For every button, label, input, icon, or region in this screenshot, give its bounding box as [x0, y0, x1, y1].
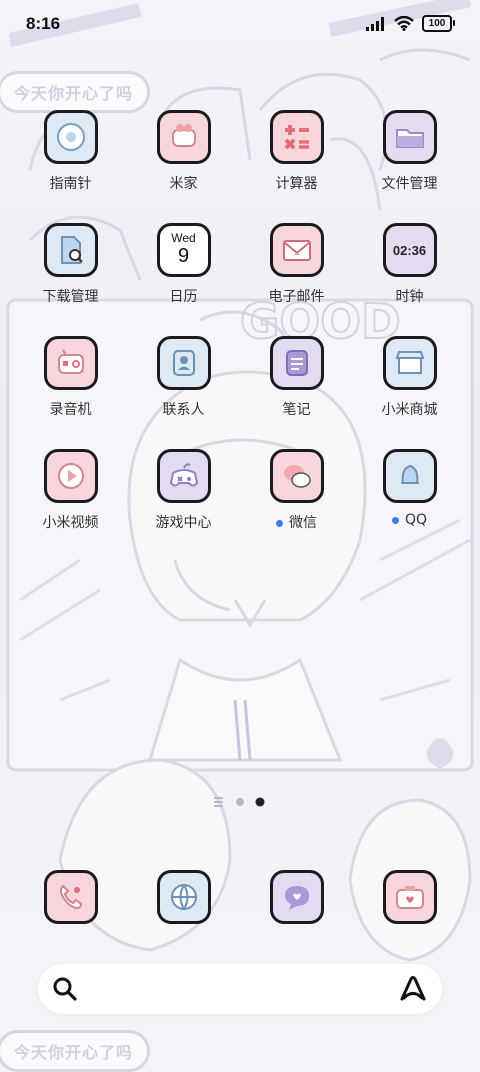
status-icons: 100	[366, 15, 455, 32]
app-wechat[interactable]: 微信	[240, 449, 353, 532]
app-label-text: 笔记	[282, 402, 311, 418]
status-bar: 8:16 100	[0, 0, 480, 48]
game-icon[interactable]	[156, 449, 211, 503]
app-label: QQ	[353, 512, 466, 528]
app-label: 录音机	[14, 399, 127, 419]
compass-icon[interactable]	[43, 110, 98, 164]
app-label-text: 微信	[289, 515, 317, 531]
wifi-icon	[394, 16, 414, 31]
notification-dot	[391, 516, 399, 524]
mail-icon[interactable]	[269, 223, 324, 277]
mihome-icon[interactable]	[156, 110, 211, 164]
folder-icon[interactable]	[382, 110, 437, 164]
signal-icon	[366, 16, 384, 31]
app-label-text: 文件管理	[381, 176, 438, 192]
app-mihome[interactable]: 米家	[127, 110, 240, 193]
app-label: 米家	[127, 173, 240, 193]
video-icon[interactable]	[43, 449, 98, 503]
app-label-text: QQ	[404, 512, 428, 528]
clock-time: 02:36	[392, 242, 427, 258]
phone-icon[interactable]	[43, 870, 98, 924]
browser-icon[interactable]	[156, 870, 211, 924]
app-label: 微信	[240, 512, 353, 532]
app-label: 笔记	[240, 399, 353, 419]
app-folder[interactable]: 文件管理	[353, 110, 466, 193]
app-label: 日历	[127, 286, 240, 306]
messages-icon[interactable]	[269, 870, 324, 924]
page-dot-2[interactable]	[255, 797, 265, 807]
calendar-icon[interactable]: Wed 9	[156, 223, 211, 277]
app-label: 联系人	[127, 399, 240, 419]
qq-icon[interactable]	[382, 449, 437, 503]
page-dot-1[interactable]	[236, 798, 244, 806]
clock-icon[interactable]: 02:36	[382, 223, 437, 277]
menu-lines-icon	[214, 797, 223, 807]
wallpaper-banner-top: 今天你开心了吗	[0, 71, 151, 113]
app-video[interactable]: 小米视频	[14, 449, 127, 532]
app-contacts[interactable]: 联系人	[127, 336, 240, 419]
app-recorder[interactable]: 录音机	[14, 336, 127, 419]
wechat-icon[interactable]	[269, 449, 324, 503]
app-label: 下载管理	[14, 286, 127, 306]
camera-icon[interactable]	[382, 870, 437, 924]
dock-browser[interactable]	[127, 870, 240, 924]
app-notes[interactable]: 笔记	[240, 336, 353, 419]
app-label: 游戏中心	[127, 512, 240, 532]
app-label-text: 录音机	[49, 402, 92, 418]
app-label-text: 米家	[169, 176, 198, 192]
app-game[interactable]: 游戏中心	[127, 449, 240, 532]
app-label-text: 小米视频	[42, 515, 99, 531]
store-icon[interactable]	[382, 336, 437, 390]
app-label: 小米商城	[353, 399, 466, 419]
app-label: 电子邮件	[240, 286, 353, 306]
app-mail[interactable]: 电子邮件	[240, 223, 353, 306]
search-bar[interactable]	[38, 964, 442, 1014]
app-compass[interactable]: 指南针	[14, 110, 127, 193]
dock-phone[interactable]	[14, 870, 127, 924]
app-label-text: 计算器	[275, 176, 318, 192]
app-label: 计算器	[240, 173, 353, 193]
download-icon[interactable]	[43, 223, 98, 277]
app-download[interactable]: 下载管理	[14, 223, 127, 306]
app-label-text: 联系人	[162, 402, 205, 418]
app-label-text: 下载管理	[42, 289, 99, 305]
contacts-icon[interactable]	[156, 336, 211, 390]
battery-level: 100	[428, 17, 446, 29]
app-calculator[interactable]: 计算器	[240, 110, 353, 193]
app-label: 指南针	[14, 173, 127, 193]
battery-icon: 100	[422, 15, 455, 32]
app-calendar[interactable]: Wed 9 日历	[127, 223, 240, 306]
app-label-text: 电子邮件	[268, 289, 325, 305]
calculator-icon[interactable]	[269, 110, 324, 164]
app-label: 小米视频	[14, 512, 127, 532]
notes-icon[interactable]	[269, 336, 324, 390]
dock-messages[interactable]	[240, 870, 353, 924]
app-clock[interactable]: 02:36 时钟	[353, 223, 466, 306]
app-label-text: 时钟	[395, 289, 424, 305]
status-time: 8:16	[26, 14, 61, 33]
app-label-text: 日历	[169, 289, 198, 305]
app-store[interactable]: 小米商城	[353, 336, 466, 419]
app-label-text: 游戏中心	[155, 515, 212, 531]
search-icon[interactable]	[52, 976, 78, 1002]
page-indicator[interactable]	[0, 795, 480, 811]
notification-dot	[276, 519, 283, 527]
recorder-icon[interactable]	[43, 336, 98, 390]
assistant-icon[interactable]	[398, 975, 428, 1003]
dock-camera[interactable]	[353, 870, 466, 924]
app-label-text: 小米商城	[381, 402, 438, 418]
calendar-weekday: Wed	[171, 231, 196, 245]
app-label-text: 指南针	[49, 176, 92, 192]
app-label: 文件管理	[353, 173, 466, 193]
app-qq[interactable]: QQ	[353, 449, 466, 528]
app-label: 时钟	[353, 286, 466, 306]
calendar-day: 9	[177, 245, 190, 267]
